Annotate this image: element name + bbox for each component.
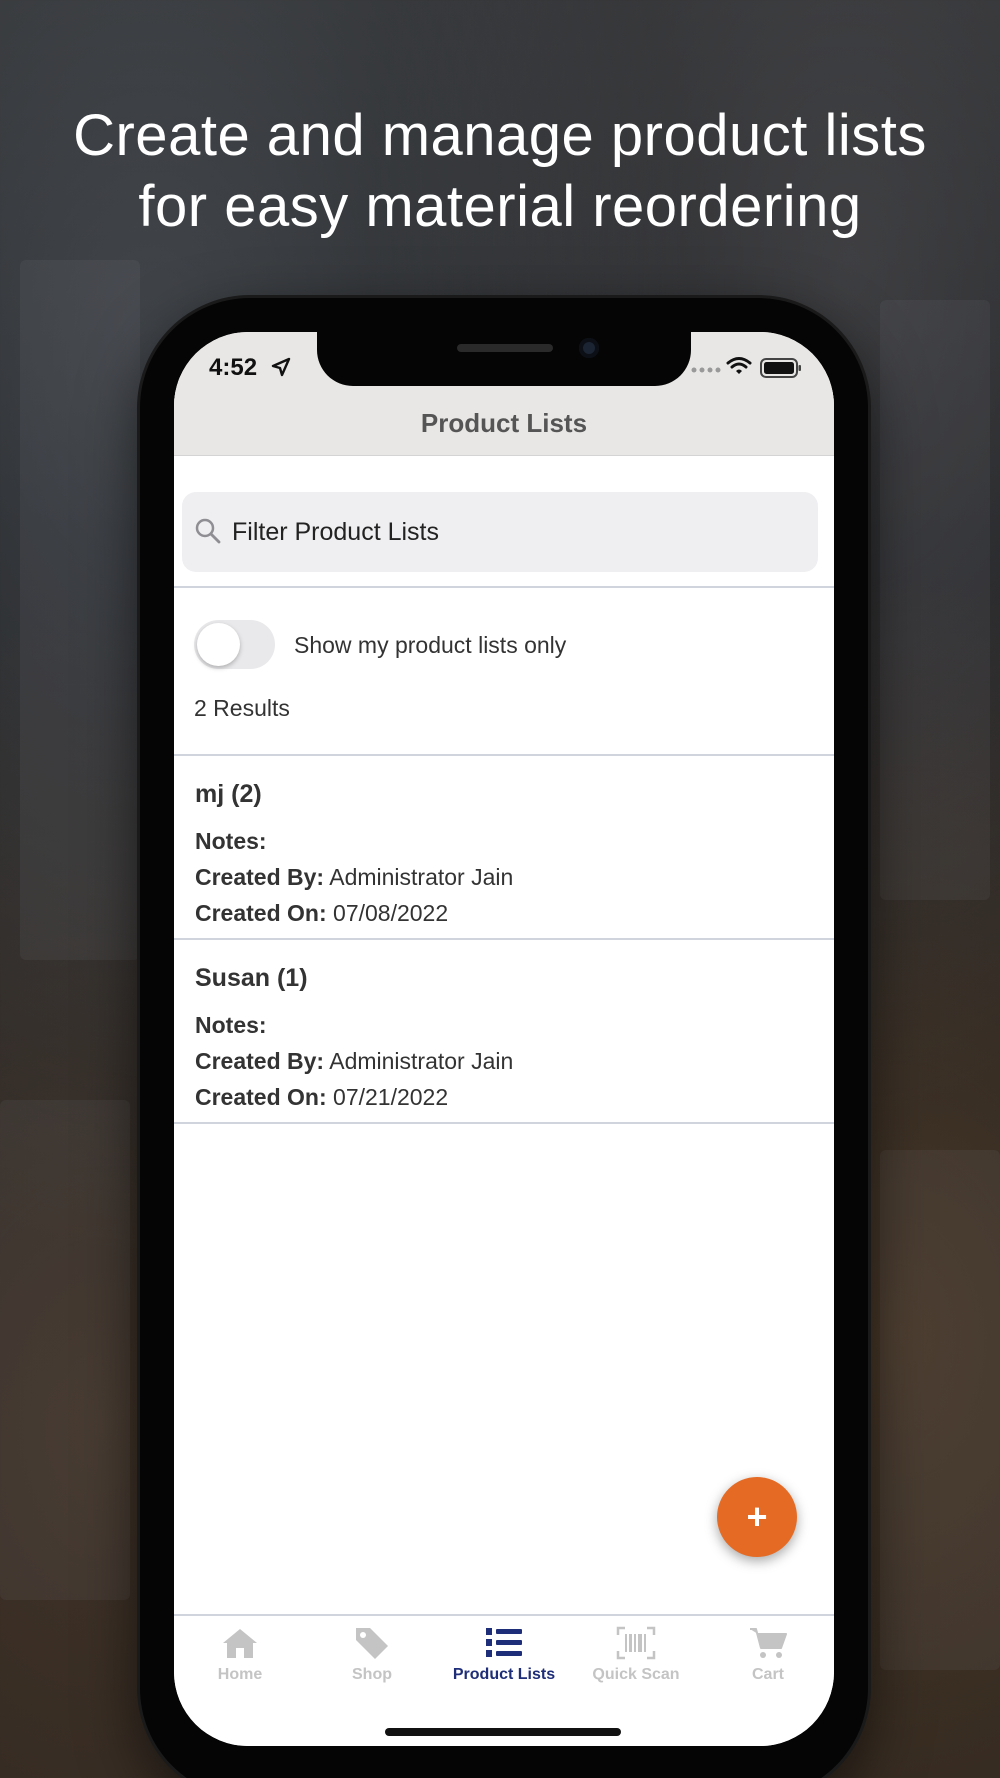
created-on-value: 07/08/2022	[333, 900, 449, 926]
tab-label: Product Lists	[452, 1666, 556, 1683]
front-camera	[579, 338, 599, 358]
list-item-created-by: Created By: Administrator Jain	[195, 864, 513, 891]
search-bar[interactable]	[182, 492, 818, 572]
tab-shop[interactable]: Shop	[306, 1626, 438, 1706]
tab-label: Home	[217, 1666, 263, 1683]
tab-label: Shop	[352, 1666, 392, 1683]
notes-label: Notes:	[195, 1012, 267, 1038]
home-indicator[interactable]	[385, 1728, 621, 1736]
list-item-title: mj (2)	[195, 780, 262, 808]
list-item-created-on: Created On: 07/21/2022	[195, 1084, 448, 1111]
search-input[interactable]	[232, 510, 792, 554]
wifi-icon	[726, 357, 752, 374]
home-icon	[223, 1629, 257, 1658]
notes-label: Notes:	[195, 828, 267, 854]
background-shelf	[880, 1150, 1000, 1670]
tab-bar: Home Shop Product Lists Quick Scan Cart	[174, 1614, 834, 1746]
app-screen: 4:52 Product Lists Filter Product Lists …	[174, 332, 834, 1746]
location-arrow-icon	[271, 357, 291, 377]
tag-icon	[356, 1628, 388, 1659]
list-item[interactable]: mj (2) Notes: Created By: Administrator …	[174, 756, 834, 936]
cart-icon	[750, 1628, 787, 1658]
divider	[174, 586, 834, 588]
earpiece-speaker	[457, 344, 553, 352]
status-time: 4:52	[209, 354, 258, 381]
tab-label: Quick Scan	[592, 1666, 680, 1683]
background-shelf	[880, 300, 990, 900]
created-on-label: Created On:	[195, 900, 327, 926]
numbered-list-icon	[486, 1628, 522, 1657]
toggle-label: Show my product lists only	[294, 632, 567, 658]
created-by-label: Created By:	[195, 1048, 325, 1074]
list-item-notes: Notes:	[195, 828, 267, 855]
background-shelf	[20, 260, 140, 960]
tab-cart[interactable]: Cart	[702, 1626, 834, 1706]
tab-product-lists[interactable]: Product Lists	[438, 1626, 570, 1706]
headline: Create and manage product lists for easy…	[0, 100, 1000, 242]
my-lists-toggle[interactable]	[194, 620, 275, 669]
list-item-created-on: Created On: 07/08/2022	[195, 900, 448, 927]
headline-line-2: for easy material reordering	[138, 174, 862, 239]
list-item-title: Susan (1)	[195, 964, 308, 992]
device-notch	[317, 332, 691, 386]
created-by-value: Administrator Jain	[329, 864, 514, 890]
results-count: 2 Results	[194, 695, 290, 721]
plus-icon: +	[746, 1496, 768, 1537]
created-on-label: Created On:	[195, 1084, 327, 1110]
created-on-value: 07/21/2022	[333, 1084, 449, 1110]
created-by-label: Created By:	[195, 864, 325, 890]
list-item-notes: Notes:	[195, 1012, 267, 1039]
headline-line-1: Create and manage product lists	[73, 103, 927, 168]
list-item[interactable]: Susan (1) Notes: Created By: Administrat…	[174, 940, 834, 1120]
page-title: Product Lists	[420, 408, 588, 438]
tab-home[interactable]: Home	[174, 1626, 306, 1706]
list-item-created-by: Created By: Administrator Jain	[195, 1048, 513, 1075]
add-product-list-button[interactable]: +	[717, 1477, 797, 1557]
tab-label: Cart	[751, 1666, 784, 1683]
divider	[174, 1122, 834, 1124]
battery-icon	[760, 358, 801, 378]
created-by-value: Administrator Jain	[329, 1048, 514, 1074]
search-icon	[195, 518, 221, 544]
tab-quick-scan[interactable]: Quick Scan	[570, 1626, 702, 1706]
navigation-bar: Product Lists	[174, 392, 834, 456]
barcode-scan-icon	[616, 1626, 656, 1660]
toggle-knob	[197, 623, 240, 666]
background-shelf	[0, 1100, 130, 1600]
signal-icon	[691, 367, 721, 373]
